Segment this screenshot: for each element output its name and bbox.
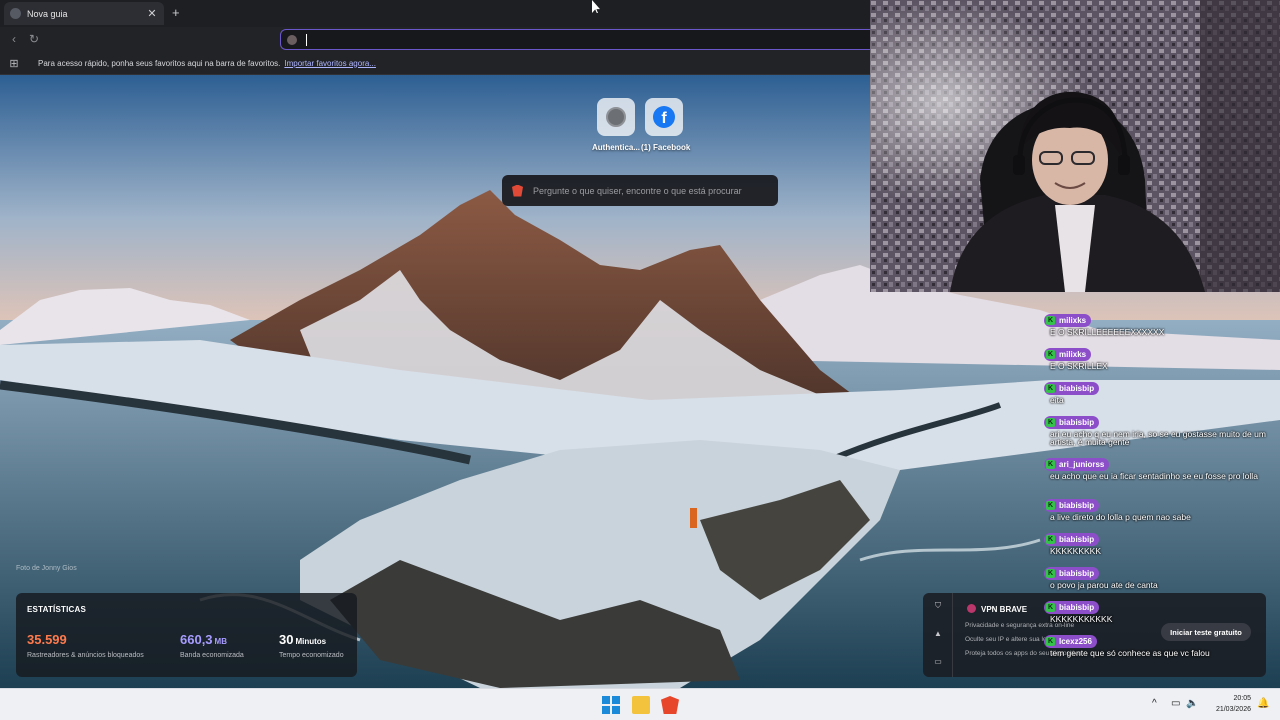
clock-time: 20:05 [1233, 695, 1251, 702]
badge-icon: K [1046, 316, 1055, 325]
chat-text: KKKKKKKKKKK [1050, 614, 1113, 624]
brave-shield-icon[interactable] [287, 34, 297, 45]
chat-text: E O SKRILLEX [1050, 361, 1108, 371]
chat-text: eu acho que eu ia ficar sentadinho se eu… [1050, 471, 1258, 481]
volume-icon[interactable]: 🔈 [1186, 698, 1198, 709]
badge-icon: K [1046, 350, 1055, 359]
chat-username: Kbiabisbip [1044, 601, 1100, 614]
stat-time-value: 30 [279, 632, 294, 647]
file-explorer-icon[interactable] [632, 696, 650, 714]
chat-message: Kbiabisbip a live direto do lolla p quem… [1044, 494, 1276, 521]
browser-toolbar: ‹ ↻ [0, 27, 870, 52]
chat-message: Kbiabisbip KKKKKKKKK [1044, 528, 1276, 555]
clock-date: 21/03/2026 [1215, 706, 1251, 713]
vpn-title: VPN BRAVE [981, 605, 1028, 614]
shield-icon[interactable]: ⛉ [933, 601, 943, 611]
chat-username: Kbiabisbip [1044, 382, 1100, 395]
badge-icon: K [1046, 603, 1055, 612]
talk-icon[interactable]: ▲ [933, 629, 943, 638]
stream-chat-overlay: Kmilixks E O SKRILLEEEEEEXXXXXX Kmilixks… [1044, 0, 1280, 688]
stat-trackers-value: 35.599 [27, 632, 67, 647]
system-clock[interactable]: 20:05 21/03/2026 [1203, 693, 1251, 715]
stat-time-unit: Minutos [295, 637, 327, 646]
badge-icon: K [1046, 460, 1055, 469]
badge-icon: K [1046, 569, 1055, 578]
top-site-authenticator[interactable] [597, 98, 635, 136]
stat-time-label: Tempo economizado [279, 652, 344, 659]
news-icon[interactable]: ▭ [933, 657, 943, 666]
chat-username: Kari_juniorss [1044, 458, 1110, 471]
chat-username: Kmilixks [1044, 314, 1092, 327]
chat-username: Kmilixks [1044, 348, 1092, 361]
chat-message: Kmilixks E O SKRILLEEEEEEXXXXXX [1044, 309, 1276, 336]
stat-bandwidth-unit: MB [214, 637, 227, 646]
brave-browser-icon[interactable] [661, 696, 679, 714]
chat-text: ari eu acho q eu nem iria, so se eu gost… [1050, 429, 1266, 447]
plus-icon[interactable]: + [172, 5, 180, 20]
brave-logo-icon [512, 184, 523, 197]
tab-title: Nova guia [27, 8, 68, 19]
apps-grid-icon[interactable]: ⊞ [0, 57, 28, 70]
bookmarks-hint: Para acesso rápido, ponha seus favoritos… [38, 58, 281, 68]
top-site-label-authenticator: Authentica... [592, 143, 641, 152]
stat-trackers: 35.599 Rastreadores & anúncios bloqueado… [27, 631, 144, 659]
chat-username: Kbiabisbip [1044, 533, 1100, 546]
chat-message: Kbiabisbip ari eu acho q eu nem iria, so… [1044, 411, 1276, 446]
search-box[interactable]: Pergunte o que quiser, encontre o que es… [502, 175, 778, 206]
stat-bandwidth-label: Banda economizada [180, 652, 244, 659]
tray-chevron-icon[interactable]: ^ [1152, 698, 1157, 709]
globe-icon [606, 107, 626, 127]
address-bar[interactable] [280, 29, 870, 50]
chat-text: o povo ja parou ate de canta [1050, 580, 1158, 590]
top-site-facebook[interactable]: f [645, 98, 683, 136]
network-icon[interactable]: ▭ [1171, 698, 1180, 709]
chat-message: Klcexz256 tem gente que só conhece as qu… [1044, 630, 1276, 657]
chat-text: E O SKRILLEEEEEEXXXXXX [1050, 327, 1165, 337]
badge-icon: K [1046, 501, 1055, 510]
chat-text: eita [1050, 395, 1064, 405]
vpn-logo-icon [967, 604, 976, 613]
badge-icon: K [1046, 384, 1055, 393]
url-input[interactable] [306, 34, 806, 45]
chat-username: Klcexz256 [1044, 635, 1097, 648]
widget-sidebar: ⛉ ▲ ▭ [923, 593, 953, 677]
chat-text: a live direto do lolla p quem nao sabe [1050, 512, 1191, 522]
import-bookmarks-link[interactable]: Importar favoritos agora... [284, 59, 376, 68]
close-icon[interactable]: ✕ [146, 7, 158, 20]
stat-time: 30 Minutos Tempo economizado [279, 631, 344, 659]
stat-bandwidth: 660,3 MB Banda economizada [180, 631, 244, 659]
chat-message: Kbiabisbip eita [1044, 377, 1276, 404]
bookmarks-bar: ⊞ Para acesso rápido, ponha seus favorit… [0, 52, 870, 75]
notification-bell-icon[interactable]: 🔔 [1257, 698, 1269, 709]
chat-message: Kari_juniorss eu acho que eu ia ficar se… [1044, 453, 1276, 480]
reload-icon[interactable]: ↻ [26, 32, 42, 46]
photo-credit[interactable]: Foto de Jonny Gios [16, 565, 77, 572]
text-caret [306, 33, 307, 46]
stat-trackers-label: Rastreadores & anúncios bloqueados [27, 652, 144, 659]
search-placeholder: Pergunte o que quiser, encontre o que es… [533, 185, 742, 196]
top-site-label-facebook: (1) Facebook [641, 143, 691, 152]
chat-username: Kbiabisbip [1044, 567, 1100, 580]
chat-username: Kbiabisbip [1044, 499, 1100, 512]
badge-icon: K [1046, 535, 1055, 544]
windows-taskbar: ^ ▭ 🔈 20:05 21/03/2026 🔔 [0, 688, 1280, 720]
chat-message: Kmilixks E O SKRILLEX [1044, 343, 1276, 370]
tab-nova-guia[interactable]: Nova guia ✕ [4, 2, 164, 25]
stat-bandwidth-value: 660,3 [180, 632, 213, 647]
chat-text: KKKKKKKKK [1050, 546, 1102, 556]
facebook-icon: f [653, 106, 675, 128]
tab-strip: Nova guia ✕ + [0, 0, 870, 27]
stats-title: ESTATÍSTICAS [27, 605, 86, 614]
chat-username: Kbiabisbip [1044, 416, 1100, 429]
chat-message: Kbiabisbip KKKKKKKKKKK [1044, 596, 1276, 623]
chat-text: tem gente que só conhece as que vc falou [1050, 648, 1210, 658]
badge-icon: K [1046, 637, 1055, 646]
chevron-left-icon[interactable]: ‹ [6, 32, 22, 46]
windows-start-icon[interactable] [602, 696, 620, 714]
chat-message: Kbiabisbip o povo ja parou ate de canta [1044, 562, 1276, 589]
brave-icon [10, 8, 21, 19]
badge-icon: K [1046, 418, 1055, 427]
stats-widget: ESTATÍSTICAS 35.599 Rastreadores & anúnc… [16, 593, 357, 677]
